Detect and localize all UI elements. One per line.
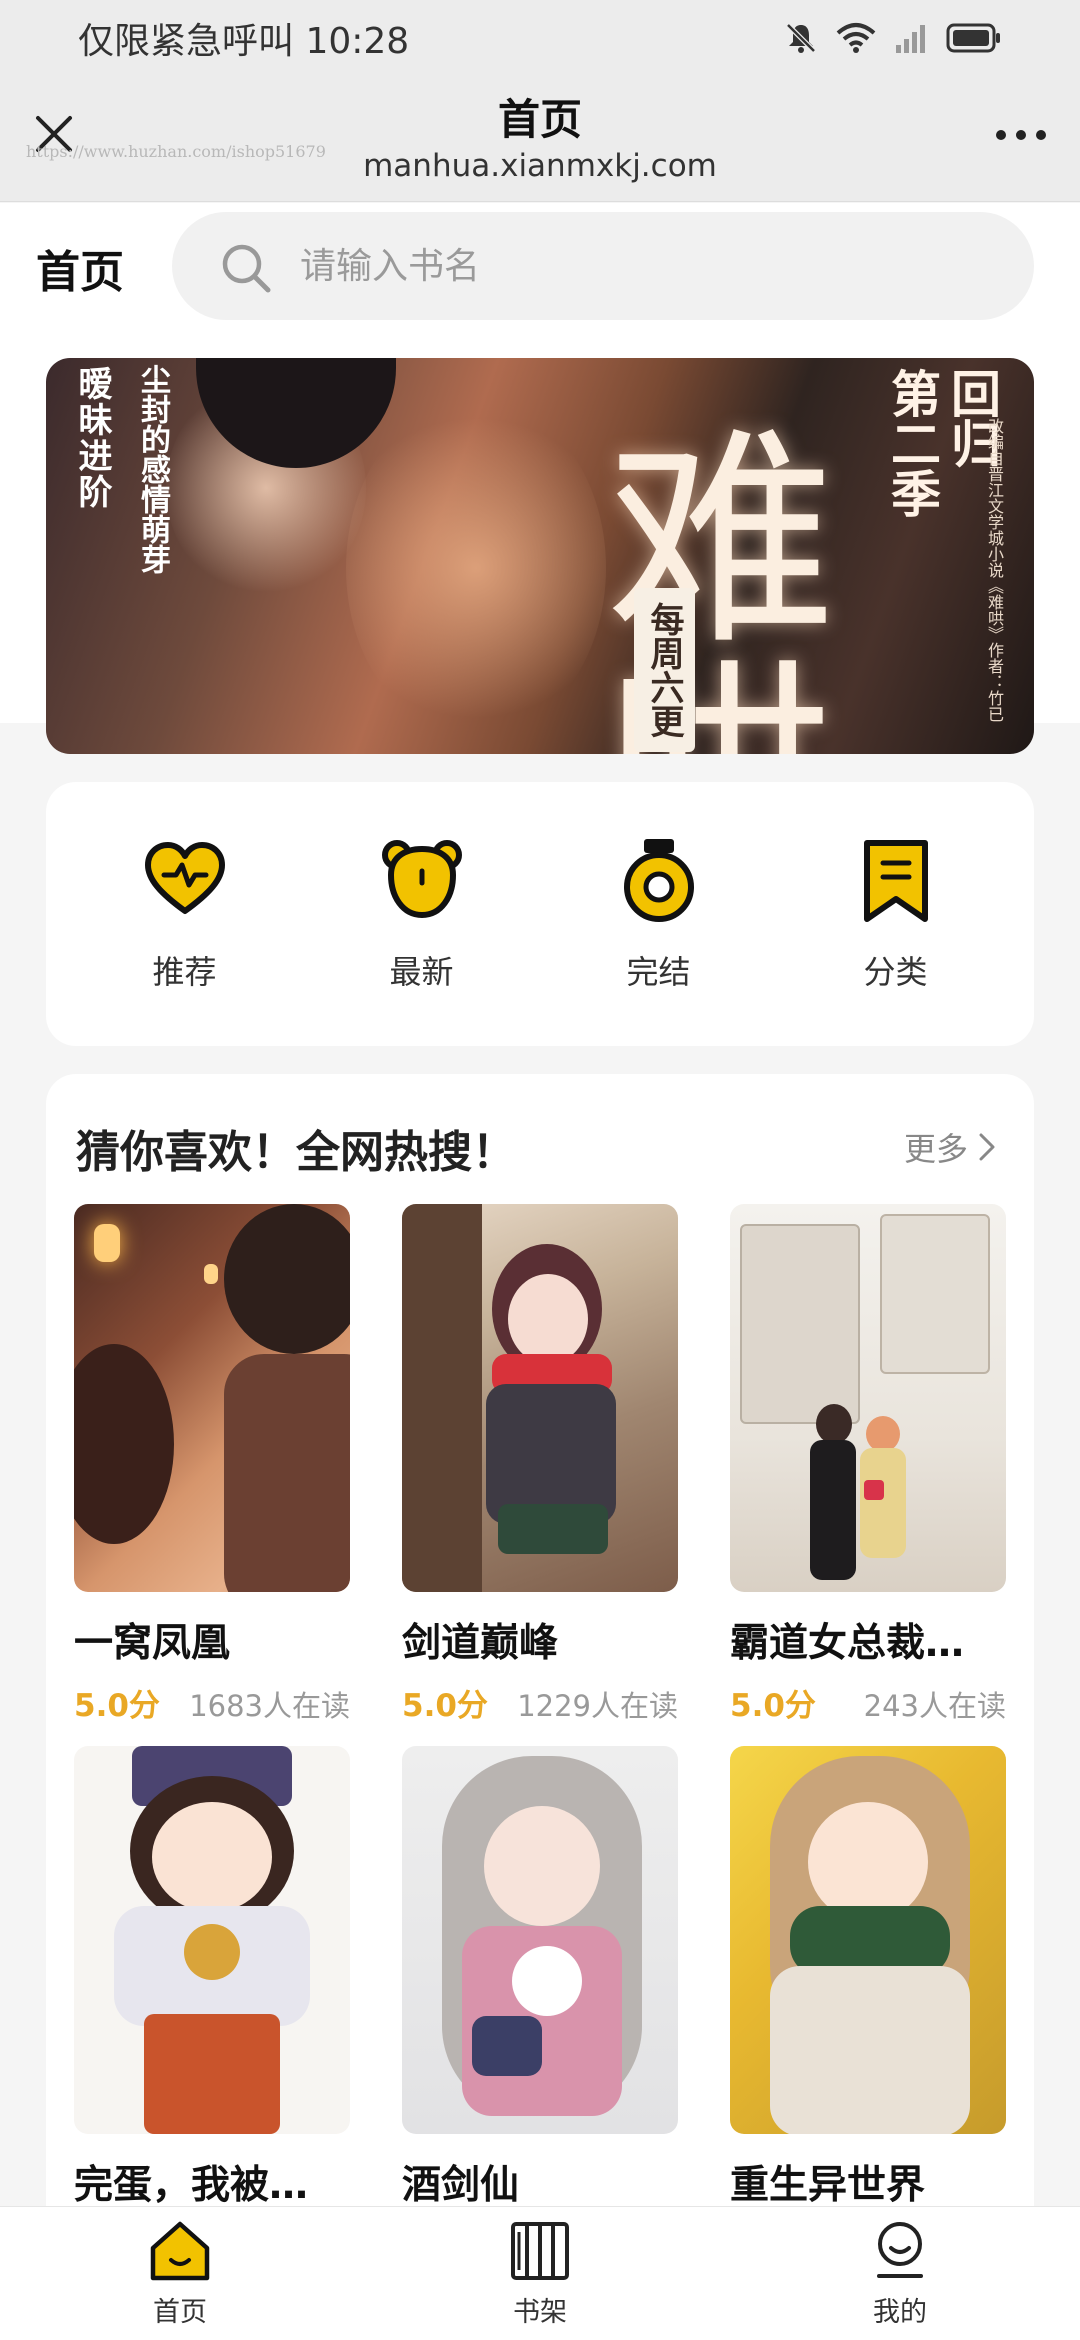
- heart-pulse-icon: [144, 842, 225, 914]
- recommend-section: 猜你喜欢！全网热搜！ 更多 一窝凤凰 5.0分 1683人在读 剑道巅峰 5.0…: [46, 1074, 1034, 2340]
- book-readers: 243人在读: [863, 1689, 1006, 1723]
- book-card[interactable]: 霸道女总裁… 5.0分 243人在读: [730, 1204, 1006, 1725]
- browser-page-title: 首页: [497, 95, 582, 144]
- book-meta: 5.0分 1229人在读: [402, 1680, 678, 1725]
- nav-profile[interactable]: 我的: [800, 2218, 1000, 2329]
- profile-icon: [877, 2222, 923, 2278]
- nav-label: 首页: [153, 2297, 207, 2328]
- book-cover[interactable]: [730, 1204, 1006, 1592]
- bookmark-icon: [863, 840, 928, 922]
- nav-label: 书架: [513, 2297, 567, 2328]
- category-nav: 推荐 最新 完结 分类: [46, 782, 1034, 1046]
- category-label: 最新: [389, 953, 454, 991]
- category-classify[interactable]: 分类: [796, 835, 996, 993]
- more-link[interactable]: 更多: [904, 1124, 998, 1170]
- promo-banner[interactable]: 暧昧进阶 尘封的感情萌芽 难哄 每周六更 第二季 回归 改编自晋江文学城小说《难…: [46, 358, 1034, 754]
- home-icon: [150, 2221, 210, 2281]
- book-score: 5.0分: [730, 1688, 816, 1724]
- book-meta: 5.0分 243人在读: [730, 1680, 1006, 1725]
- category-label: 完结: [626, 953, 691, 991]
- book-cover[interactable]: [74, 1746, 350, 2134]
- nav-bookshelf[interactable]: 书架: [440, 2218, 640, 2329]
- page-title: 首页: [36, 247, 124, 298]
- category-latest[interactable]: 最新: [322, 835, 522, 993]
- book-cover[interactable]: [74, 1204, 350, 1592]
- chevron-right-icon: [979, 1133, 995, 1161]
- section-title: 猜你喜欢！全网热搜！: [76, 1127, 516, 1178]
- category-label: 推荐: [152, 953, 217, 991]
- book-card[interactable]: 酒剑仙: [402, 1746, 678, 2210]
- banner-art-figure: [346, 398, 606, 738]
- more-dots-icon[interactable]: [996, 130, 1046, 140]
- browser-titlebar: https://www.huzhan.com/ishop51679 首页 man…: [0, 76, 1080, 202]
- book-cover[interactable]: [402, 1746, 678, 2134]
- status-icons: [784, 21, 1002, 55]
- book-title: 重生异世界: [730, 2163, 926, 2208]
- book-title: 霸道女总裁…: [730, 1621, 965, 1666]
- search-icon: [222, 244, 271, 293]
- book-card[interactable]: 剑道巅峰 5.0分 1229人在读: [402, 1204, 678, 1725]
- mute-bell-icon: [786, 23, 816, 53]
- book-readers: 1229人在读: [517, 1689, 678, 1723]
- nav-label: 我的: [873, 2297, 927, 2328]
- browser-domain: manhua.xianmxkj.com: [363, 148, 717, 184]
- bottom-nav: 首页 书架 我的: [0, 2206, 1080, 2340]
- category-label: 分类: [863, 953, 928, 991]
- search-bar[interactable]: [172, 212, 1034, 320]
- search-row: 首页: [0, 208, 1080, 324]
- status-carrier-time: 仅限紧急呼叫 10:28: [78, 21, 410, 62]
- book-title: 酒剑仙: [402, 2163, 520, 2208]
- more-label: 更多: [903, 1130, 968, 1168]
- book-meta: 5.0分 1683人在读: [74, 1680, 350, 1725]
- book-card[interactable]: 完蛋，我被…: [74, 1746, 350, 2210]
- category-finished[interactable]: 完结: [559, 835, 759, 993]
- medal-icon: [623, 839, 694, 922]
- banner-side-note: 改编自晋江文学城小说《难哄》作者：竹已: [985, 418, 1004, 722]
- book-title: 完蛋，我被…: [74, 2163, 309, 2208]
- search-input[interactable]: [300, 236, 980, 296]
- app-page: 仅限紧急呼叫 10:28 https://www.huzhan.com/isho…: [0, 0, 1080, 2340]
- book-score: 5.0分: [402, 1688, 488, 1724]
- book-card[interactable]: 一窝凤凰 5.0分 1683人在读: [74, 1204, 350, 1725]
- status-bar: 仅限紧急呼叫 10:28: [0, 0, 1080, 76]
- battery-icon: [946, 23, 1000, 53]
- bookshelf-icon: [511, 2222, 569, 2280]
- wifi-icon: [836, 23, 876, 53]
- book-title: 剑道巅峰: [402, 1621, 559, 1666]
- banner-line1: 暧昧进阶: [72, 366, 112, 510]
- book-cover[interactable]: [402, 1204, 678, 1592]
- bear-icon: [381, 840, 462, 919]
- banner-update-tag: 每周六更: [634, 588, 695, 752]
- signal-icon: [896, 25, 925, 53]
- banner-line2: 尘封的感情萌芽: [135, 364, 170, 574]
- book-score: 5.0分: [74, 1688, 160, 1724]
- book-readers: 1683人在读: [189, 1689, 350, 1723]
- nav-home[interactable]: 首页: [80, 2218, 280, 2329]
- book-title: 一窝凤凰: [74, 1621, 231, 1666]
- book-card[interactable]: 重生异世界: [730, 1746, 1006, 2210]
- book-cover[interactable]: [730, 1746, 1006, 2134]
- category-recommend[interactable]: 推荐: [85, 835, 285, 993]
